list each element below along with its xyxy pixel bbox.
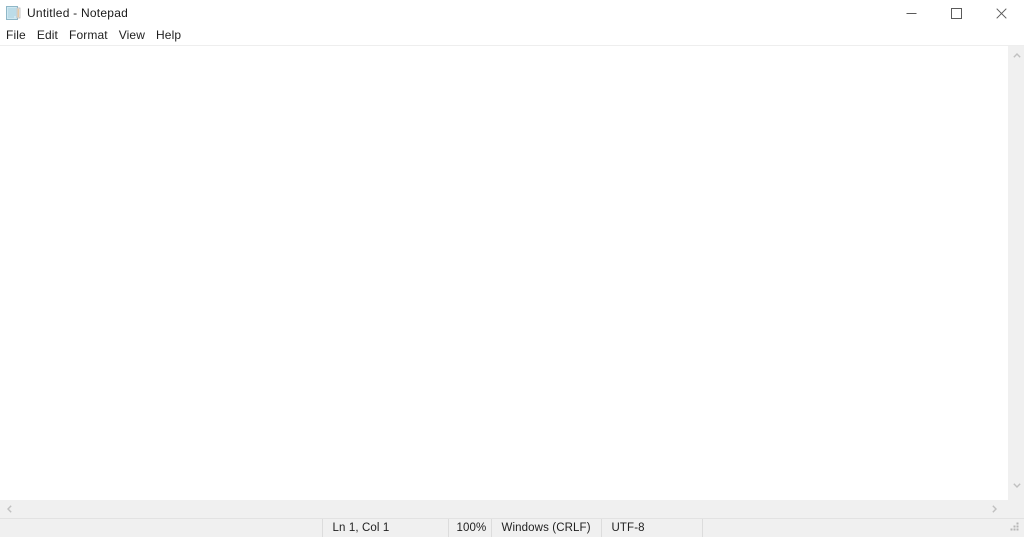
- status-line-ending[interactable]: Windows (CRLF): [490, 519, 601, 537]
- horizontal-scrollbar[interactable]: [0, 500, 1008, 518]
- status-encoding[interactable]: UTF-8: [600, 519, 702, 537]
- resize-grip-icon[interactable]: [1010, 522, 1022, 535]
- title-bar-left: Untitled - Notepad: [0, 0, 128, 26]
- title-bar: Untitled - Notepad: [0, 0, 1024, 26]
- status-grip-cell: [701, 519, 1024, 537]
- menu-item-format[interactable]: Format: [69, 26, 117, 45]
- scroll-up-button[interactable]: [1009, 46, 1024, 62]
- close-button[interactable]: [979, 0, 1024, 26]
- minimize-button[interactable]: [889, 0, 934, 26]
- notepad-document-icon: [5, 5, 21, 21]
- status-zoom-level[interactable]: 100%: [447, 519, 491, 537]
- scroll-down-button[interactable]: [1009, 476, 1024, 492]
- vertical-scrollbar[interactable]: [1008, 46, 1024, 500]
- window-title: Untitled - Notepad: [27, 6, 129, 20]
- chevron-up-icon: [1013, 45, 1021, 63]
- scrollbar-corner: [1008, 500, 1024, 518]
- status-bar-spacer: [0, 519, 322, 537]
- notepad-window: Untitled - Notepad File Edit Format View…: [0, 0, 1024, 537]
- window-controls: [889, 0, 1024, 26]
- scroll-right-button[interactable]: [986, 501, 1002, 517]
- chevron-left-icon: [6, 500, 12, 518]
- menu-item-edit[interactable]: Edit: [37, 26, 67, 45]
- minimize-icon: [906, 8, 917, 19]
- chevron-right-icon: [991, 500, 997, 518]
- maximize-icon: [951, 7, 962, 19]
- close-icon: [996, 7, 1007, 19]
- menu-bar: File Edit Format View Help: [0, 26, 1024, 45]
- menu-item-file[interactable]: File: [6, 26, 35, 45]
- scroll-left-button[interactable]: [1, 501, 17, 517]
- maximize-button[interactable]: [934, 0, 979, 26]
- menu-item-view[interactable]: View: [119, 26, 154, 45]
- status-cursor-position[interactable]: Ln 1, Col 1: [321, 519, 448, 537]
- status-bar: Ln 1, Col 1 100% Windows (CRLF) UTF-8: [0, 518, 1024, 537]
- menu-item-help[interactable]: Help: [156, 26, 190, 45]
- text-editor[interactable]: [0, 46, 1008, 500]
- chevron-down-icon: [1013, 475, 1021, 493]
